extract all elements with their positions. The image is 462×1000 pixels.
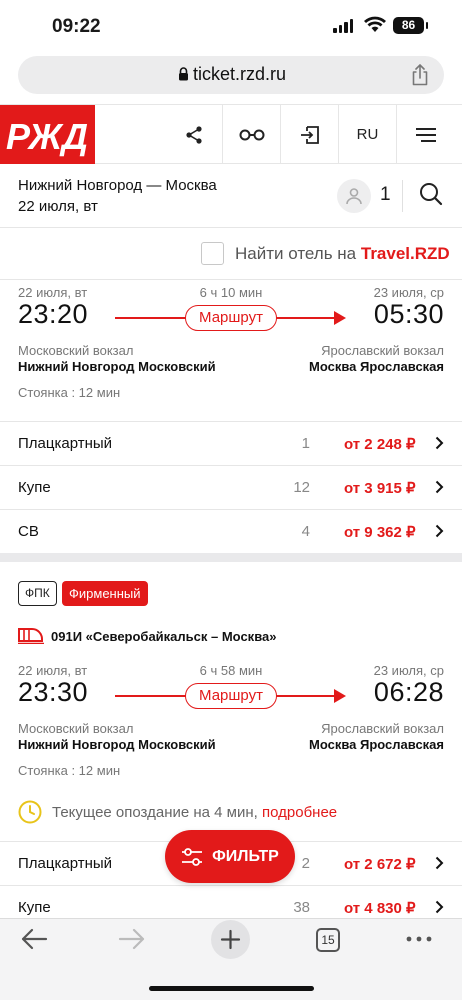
departure-city: Нижний Новгород Московский <box>18 359 216 374</box>
fare-seats: 2 <box>301 855 310 872</box>
fare-class: Купе <box>18 899 51 916</box>
departure-station: Московский вокзал <box>18 343 134 358</box>
stop-duration: Стоянка : 12 мин <box>18 763 121 778</box>
fare-seats: 4 <box>301 523 310 540</box>
more-options-icon[interactable] <box>406 936 432 942</box>
departure-time: 23:20 <box>18 299 89 329</box>
arrival-date: 23 июля, ср <box>373 663 444 678</box>
accessibility-glasses-icon[interactable] <box>223 105 281 164</box>
share-nodes-icon[interactable] <box>165 105 223 164</box>
header-actions: RU <box>165 105 455 164</box>
new-tab-button[interactable] <box>211 920 250 959</box>
filter-label: ФИЛЬТР <box>212 847 279 865</box>
route-arrow-icon <box>334 311 346 325</box>
chevron-right-icon <box>435 900 444 914</box>
filter-button[interactable]: ФИЛЬТР <box>165 830 295 883</box>
arrival-time: 06:28 <box>373 677 444 707</box>
search-date: 22 июля, вт <box>18 198 98 215</box>
divider <box>402 180 403 212</box>
home-indicator[interactable] <box>149 986 314 991</box>
back-arrow-icon[interactable] <box>20 927 48 951</box>
language-switch[interactable]: RU <box>339 105 397 164</box>
clock-icon <box>18 800 42 824</box>
branded-train-badge: Фирменный <box>62 581 148 606</box>
chevron-right-icon <box>435 524 444 538</box>
fare-seats: 1 <box>301 435 310 452</box>
fare-seats: 38 <box>293 899 310 916</box>
fare-price: от 3 915 ₽ <box>344 480 416 497</box>
url-text: ticket.rzd.ru <box>193 64 287 84</box>
share-icon[interactable] <box>410 64 430 86</box>
tabs-button[interactable]: 15 <box>316 928 340 952</box>
section-divider <box>0 553 462 562</box>
carrier-badge: ФПК <box>18 581 57 606</box>
arrival-city: Москва Ярославская <box>309 359 444 374</box>
menu-icon[interactable] <box>397 105 455 164</box>
search-icon[interactable] <box>419 182 443 206</box>
route-button[interactable]: Маршрут <box>185 683 277 709</box>
fare-class: Плацкартный <box>18 435 113 452</box>
departure-time: 23:30 <box>18 677 89 707</box>
wifi-icon <box>364 16 386 32</box>
chevron-right-icon <box>435 856 444 870</box>
fare-class: СВ <box>18 523 39 540</box>
train-card[interactable]: 22 июля, вт 6 ч 10 мин 23 июля, ср 23:20… <box>0 285 462 555</box>
delay-details-link[interactable]: подробнее <box>262 804 337 821</box>
arrival-city: Москва Ярославская <box>309 737 444 752</box>
chevron-right-icon <box>435 436 444 450</box>
site-header: РЖД RU <box>0 104 462 164</box>
fare-seats: 12 <box>293 479 310 496</box>
arrival-station: Ярославский вокзал <box>321 343 444 358</box>
train-icon <box>18 628 44 644</box>
hotel-label[interactable]: Найти отель на Travel.RZD <box>235 244 450 264</box>
cellular-signal-icon <box>333 19 353 33</box>
hotel-option: Найти отель на Travel.RZD <box>0 228 462 280</box>
route-arrow-icon <box>334 689 346 703</box>
status-time: 09:22 <box>52 16 101 37</box>
plus-icon <box>220 929 241 950</box>
fare-class: Плацкартный <box>18 855 113 872</box>
delay-notice: Текущее опоздание на 4 мин, подробнее <box>52 804 338 821</box>
fare-price: от 4 830 ₽ <box>344 900 416 917</box>
fare-class: Купе <box>18 479 51 496</box>
lock-icon <box>179 67 188 81</box>
svg-text:РЖД: РЖД <box>6 116 88 157</box>
fare-row[interactable]: Плацкартный 1 от 2 248 ₽ <box>0 421 462 465</box>
forward-arrow-icon[interactable] <box>118 927 146 951</box>
fare-row[interactable]: СВ 4 от 9 362 ₽ <box>0 509 462 553</box>
stop-duration: Стоянка : 12 мин <box>18 385 121 400</box>
passenger-count: 1 <box>380 184 391 205</box>
passenger-icon[interactable] <box>337 179 371 213</box>
rzd-logo[interactable]: РЖД <box>0 105 95 164</box>
battery-indicator: 86 <box>393 17 428 34</box>
fare-price: от 2 248 ₽ <box>344 436 416 453</box>
train-name: 091И «Северобайкальск – Москва» <box>51 629 277 644</box>
arrival-date: 23 июля, ср <box>373 285 444 300</box>
filter-sliders-icon <box>182 847 203 866</box>
search-route: Нижний Новгород — Москва <box>18 177 217 194</box>
arrival-time: 05:30 <box>373 299 444 329</box>
address-bar[interactable]: ticket.rzd.ru <box>18 56 444 94</box>
language-label: RU <box>356 126 379 143</box>
arrival-station: Ярославский вокзал <box>321 721 444 736</box>
login-icon[interactable] <box>281 105 339 164</box>
hotel-checkbox[interactable] <box>201 242 224 265</box>
fare-price: от 2 672 ₽ <box>344 856 416 873</box>
status-bar: 09:22 86 <box>0 0 462 52</box>
search-summary[interactable]: Нижний Новгород — Москва 22 июля, вт 1 <box>0 164 462 228</box>
chevron-right-icon <box>435 480 444 494</box>
fare-price: от 9 362 ₽ <box>344 524 416 541</box>
departure-station: Московский вокзал <box>18 721 134 736</box>
route-button[interactable]: Маршрут <box>185 305 277 331</box>
departure-city: Нижний Новгород Московский <box>18 737 216 752</box>
fare-row[interactable]: Купе 12 от 3 915 ₽ <box>0 465 462 509</box>
